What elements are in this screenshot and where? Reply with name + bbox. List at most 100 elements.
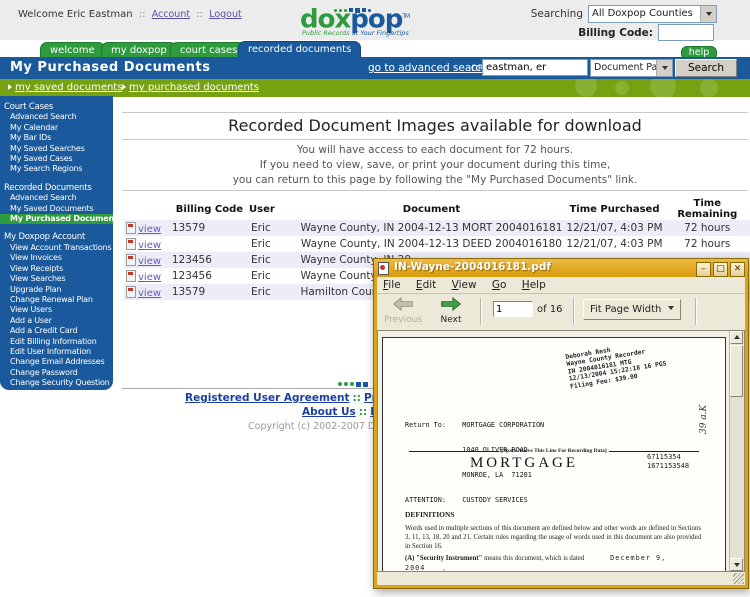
green-dot-icon <box>338 382 342 386</box>
pdf-file-icon <box>378 262 389 275</box>
user-cell: Eric <box>249 220 298 236</box>
logo-wordmark: doxpopTM <box>300 5 409 32</box>
user-cell: Eric <box>249 252 298 268</box>
breadcrumb-arrow-icon <box>8 84 12 90</box>
resize-grip[interactable] <box>733 573 744 584</box>
sidebar-item-my-search-regions[interactable]: My Search Regions <box>0 164 113 174</box>
billing-code-label: Billing Code: <box>565 27 653 39</box>
sidebar-item-my-saved-searches[interactable]: My Saved Searches <box>0 144 113 154</box>
document-number: 67115354 <box>647 453 689 462</box>
registered-user-agreement-link[interactable]: Registered User Agreement <box>185 392 350 404</box>
window-titlebar[interactable]: IN-Wayne-2004016181.pdf –□✕ <box>374 259 748 277</box>
advanced-search-link[interactable]: go to advanced search <box>368 62 488 74</box>
account-link[interactable]: Account <box>152 9 190 20</box>
menu-edit[interactable]: Edit <box>416 277 436 294</box>
vertical-scrollbar[interactable] <box>729 331 744 571</box>
decorative-circle <box>700 79 718 97</box>
sidebar-item-edit-user-information[interactable]: Edit User Information <box>0 347 113 357</box>
separator: :: <box>353 392 361 404</box>
view-link[interactable]: view <box>138 256 161 267</box>
page-number-input[interactable] <box>493 301 533 317</box>
view-link[interactable]: view <box>138 240 161 251</box>
mortgage-document-page: Deborah Resh Wayne County Recorder IN 20… <box>382 337 726 572</box>
sidebar-item-edit-billing-information[interactable]: Edit Billing Information <box>0 337 113 347</box>
sidebar-item-my-saved-documents[interactable]: My Saved Documents <box>0 204 113 214</box>
sidebar-item-change-password[interactable]: Change Password <box>0 368 113 378</box>
user-cell: Eric <box>249 236 298 252</box>
sidebar-item-view-receipts[interactable]: View Receipts <box>0 264 113 274</box>
sidebar-item-change-renewal-plan[interactable]: Change Renewal Plan <box>0 295 113 305</box>
definition-item-a: (A) "Security Instrument" means this doc… <box>405 554 701 572</box>
menu-view[interactable]: View <box>452 277 477 294</box>
purchased-documents-link[interactable]: my purchased documents <box>129 82 259 93</box>
menu-go[interactable]: Go <box>492 277 507 294</box>
divider <box>122 139 748 140</box>
sidebar-item-advanced-search-cc[interactable]: Advanced Search <box>0 112 113 122</box>
view-link[interactable]: view <box>138 272 161 283</box>
maximize-button[interactable]: □ <box>713 262 728 277</box>
tab-welcome[interactable]: welcome <box>40 42 105 58</box>
divider <box>122 112 748 113</box>
sidebar-item-add-a-credit-card[interactable]: Add a Credit Card <box>0 326 113 336</box>
saved-documents-link[interactable]: my saved documents <box>15 82 122 93</box>
about-us-link[interactable]: About Us <box>302 406 356 418</box>
menu-help[interactable]: Help <box>522 277 546 294</box>
next-page-button[interactable]: Next <box>429 297 473 325</box>
sidebar-item-add-a-user[interactable]: Add a User <box>0 316 113 326</box>
site-header: Welcome Eric Eastman :: Account :: Logou… <box>0 0 750 40</box>
logout-link[interactable]: Logout <box>209 9 242 20</box>
scroll-up-button[interactable] <box>730 331 743 344</box>
item-a-term: (A) "Security Instrument" <box>405 555 482 562</box>
scrollbar-thumb[interactable] <box>730 345 743 397</box>
scroll-down-icon <box>734 563 740 567</box>
search-type-select[interactable]: Document Party <box>590 59 673 77</box>
billing-code-input[interactable] <box>658 24 714 41</box>
tab-recorded-documents[interactable]: recorded documents <box>238 41 361 58</box>
sidebar-item-my-saved-cases[interactable]: My Saved Cases <box>0 154 113 164</box>
close-button[interactable]: ✕ <box>730 262 745 277</box>
col-user: User <box>249 198 298 220</box>
window-statusbar <box>377 572 745 585</box>
rule-line <box>609 451 699 452</box>
previous-page-button[interactable]: Previous <box>381 297 425 325</box>
welcome-bar: Welcome Eric Eastman :: Account :: Logou… <box>18 9 242 20</box>
page-count-label: of 16 <box>537 304 563 315</box>
minimize-button[interactable]: – <box>696 262 711 277</box>
breadcrumb-saved-documents[interactable]: my saved documents <box>8 82 122 93</box>
search-input[interactable] <box>482 59 588 76</box>
pdf-document-icon <box>126 254 136 266</box>
menu-file[interactable]: File <box>383 277 401 294</box>
sidebar-item-change-security-question[interactable]: Change Security Question <box>0 378 113 388</box>
sidebar-item-change-email-addresses[interactable]: Change Email Addresses <box>0 357 113 367</box>
view-link[interactable]: view <box>138 288 161 299</box>
breadcrumb-purchased-documents[interactable]: my purchased documents <box>122 82 259 93</box>
sidebar-item-my-calendar[interactable]: My Calendar <box>0 123 113 133</box>
sidebar-item-view-searches[interactable]: View Searches <box>0 274 113 284</box>
pdf-document-icon <box>126 238 136 250</box>
pdf-toolbar: Previous Next of 16 Fit Page Width <box>377 294 745 331</box>
search-button[interactable]: Search <box>675 59 737 77</box>
scroll-down-button[interactable] <box>730 558 743 571</box>
sidebar-item-view-account-transactions[interactable]: View Account Transactions <box>0 243 113 253</box>
footer-links-line2: About Us::Fe <box>302 406 384 418</box>
tab-court-cases[interactable]: court cases <box>170 42 247 58</box>
arrow-left-icon <box>392 297 414 311</box>
tab-my-doxpop[interactable]: my doxpop <box>101 42 177 58</box>
sidebar-section-court-cases: Court Cases <box>0 102 113 112</box>
decorative-circle <box>615 81 629 95</box>
pdf-document-icon <box>126 270 136 282</box>
previous-label: Previous <box>381 315 425 325</box>
sidebar-item-my-purchased-documents[interactable]: My Purchased Documents <box>0 214 113 224</box>
sidebar-item-my-bar-ids[interactable]: My Bar IDs <box>0 133 113 143</box>
breadcrumb-arrow-icon <box>122 84 126 90</box>
zoom-mode-dropdown[interactable]: Fit Page Width <box>583 299 681 320</box>
county-select[interactable]: All Doxpop Counties <box>588 5 717 23</box>
pdf-viewer-window: IN-Wayne-2004016181.pdf –□✕ File Edit Vi… <box>373 258 749 589</box>
billing-code-cell: 13579 <box>170 220 249 236</box>
sidebar-item-upgrade-plan[interactable]: Upgrade Plan <box>0 285 113 295</box>
sidebar-item-view-users[interactable]: View Users <box>0 305 113 315</box>
intro-line: you can return to this page by following… <box>120 173 750 188</box>
view-link[interactable]: view <box>138 224 161 235</box>
sidebar-item-view-invoices[interactable]: View Invoices <box>0 253 113 263</box>
sidebar-item-advanced-search-rd[interactable]: Advanced Search <box>0 193 113 203</box>
